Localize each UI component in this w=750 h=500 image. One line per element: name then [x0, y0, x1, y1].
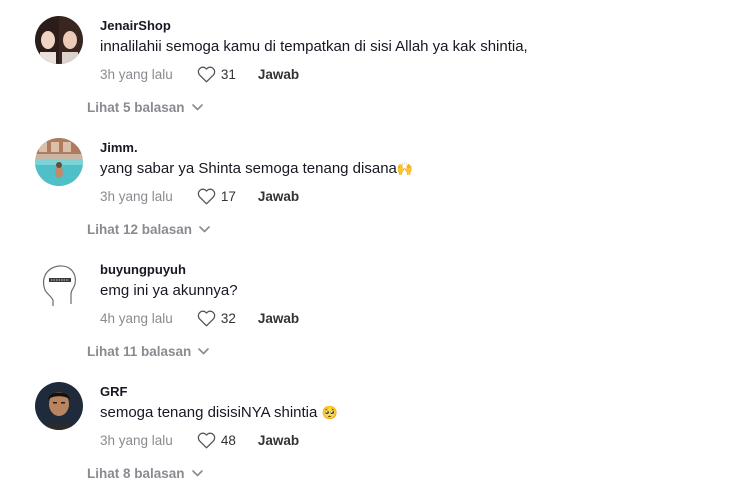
- comment-meta: 3h yang lalu 17 Jawab: [100, 186, 299, 206]
- like-count: 48: [220, 432, 236, 448]
- chevron-down-icon: [191, 470, 203, 477]
- view-replies-label: Lihat 11 balasan: [87, 344, 192, 359]
- comment-item: JenairShop innalilahii semoga kamu di te…: [0, 0, 750, 122]
- chevron-down-icon: [191, 104, 203, 111]
- like-count: 17: [220, 188, 236, 204]
- chevron-down-icon: [199, 226, 210, 233]
- heart-outline-icon: [197, 66, 216, 82]
- reply-button[interactable]: Jawab: [258, 189, 299, 204]
- view-replies-button[interactable]: Lihat 11 balasan: [87, 344, 210, 359]
- avatar-image: [35, 260, 83, 308]
- reply-button[interactable]: Jawab: [258, 311, 299, 326]
- avatar[interactable]: [35, 260, 83, 308]
- comment-item: GRF semoga tenang disisiNYA shintia 🥺 3h…: [0, 366, 750, 488]
- comment-text-body: semoga tenang disisiNYA shintia: [100, 404, 318, 421]
- view-replies-label: Lihat 12 balasan: [87, 222, 193, 237]
- comment-item: buyungpuyuh emg ini ya akunnya? 4h yang …: [0, 244, 750, 366]
- comment-text: emg ini ya akunnya?: [100, 282, 238, 299]
- avatar[interactable]: [35, 382, 83, 430]
- like-button[interactable]: 17: [197, 188, 236, 205]
- heart-outline-icon: [197, 310, 216, 326]
- comment-username[interactable]: GRF: [100, 384, 127, 399]
- comment-text: innalilahii semoga kamu di tempatkan di …: [100, 38, 528, 55]
- view-replies-button[interactable]: Lihat 8 balasan: [87, 466, 203, 481]
- comment-text: semoga tenang disisiNYA shintia 🥺: [100, 404, 338, 421]
- view-replies-label: Lihat 5 balasan: [87, 100, 185, 115]
- view-replies-button[interactable]: Lihat 12 balasan: [87, 222, 210, 237]
- heart-outline-icon: [197, 432, 216, 448]
- comment-item: Jimm. yang sabar ya Shinta semoga tenang…: [0, 122, 750, 244]
- comment-timestamp: 3h yang lalu: [100, 66, 173, 82]
- view-replies-button[interactable]: Lihat 5 balasan: [87, 100, 203, 115]
- comment-text: yang sabar ya Shinta semoga tenang disan…: [100, 160, 413, 177]
- like-button[interactable]: 31: [197, 66, 236, 83]
- comment-meta: 4h yang lalu 32 Jawab: [100, 308, 299, 328]
- comment-meta: 3h yang lalu 48 Jawab: [100, 430, 299, 450]
- avatar-image: [35, 382, 83, 430]
- pleading-face-emoji: 🥺: [321, 406, 338, 421]
- comment-timestamp: 3h yang lalu: [100, 432, 173, 448]
- comment-timestamp: 3h yang lalu: [100, 188, 173, 204]
- avatar[interactable]: [35, 138, 83, 186]
- heart-outline-icon: [197, 188, 216, 204]
- raising-hands-emoji: 🙌: [396, 162, 414, 177]
- like-button[interactable]: 48: [197, 432, 236, 449]
- like-count: 31: [220, 66, 236, 82]
- comment-meta: 3h yang lalu 31 Jawab: [100, 64, 299, 84]
- like-button[interactable]: 32: [197, 310, 236, 327]
- reply-button[interactable]: Jawab: [258, 67, 299, 82]
- like-count: 32: [220, 310, 236, 326]
- comment-username[interactable]: JenairShop: [100, 18, 171, 33]
- avatar[interactable]: [35, 16, 83, 64]
- comment-text-body: yang sabar ya Shinta semoga tenang disan…: [100, 160, 397, 177]
- chevron-down-icon: [198, 348, 210, 355]
- comment-username[interactable]: buyungpuyuh: [100, 262, 186, 277]
- avatar-image: [35, 138, 83, 186]
- reply-button[interactable]: Jawab: [258, 433, 299, 448]
- comment-username[interactable]: Jimm.: [100, 140, 138, 155]
- view-replies-label: Lihat 8 balasan: [87, 466, 185, 481]
- comment-timestamp: 4h yang lalu: [100, 310, 173, 326]
- avatar-image: [35, 16, 83, 64]
